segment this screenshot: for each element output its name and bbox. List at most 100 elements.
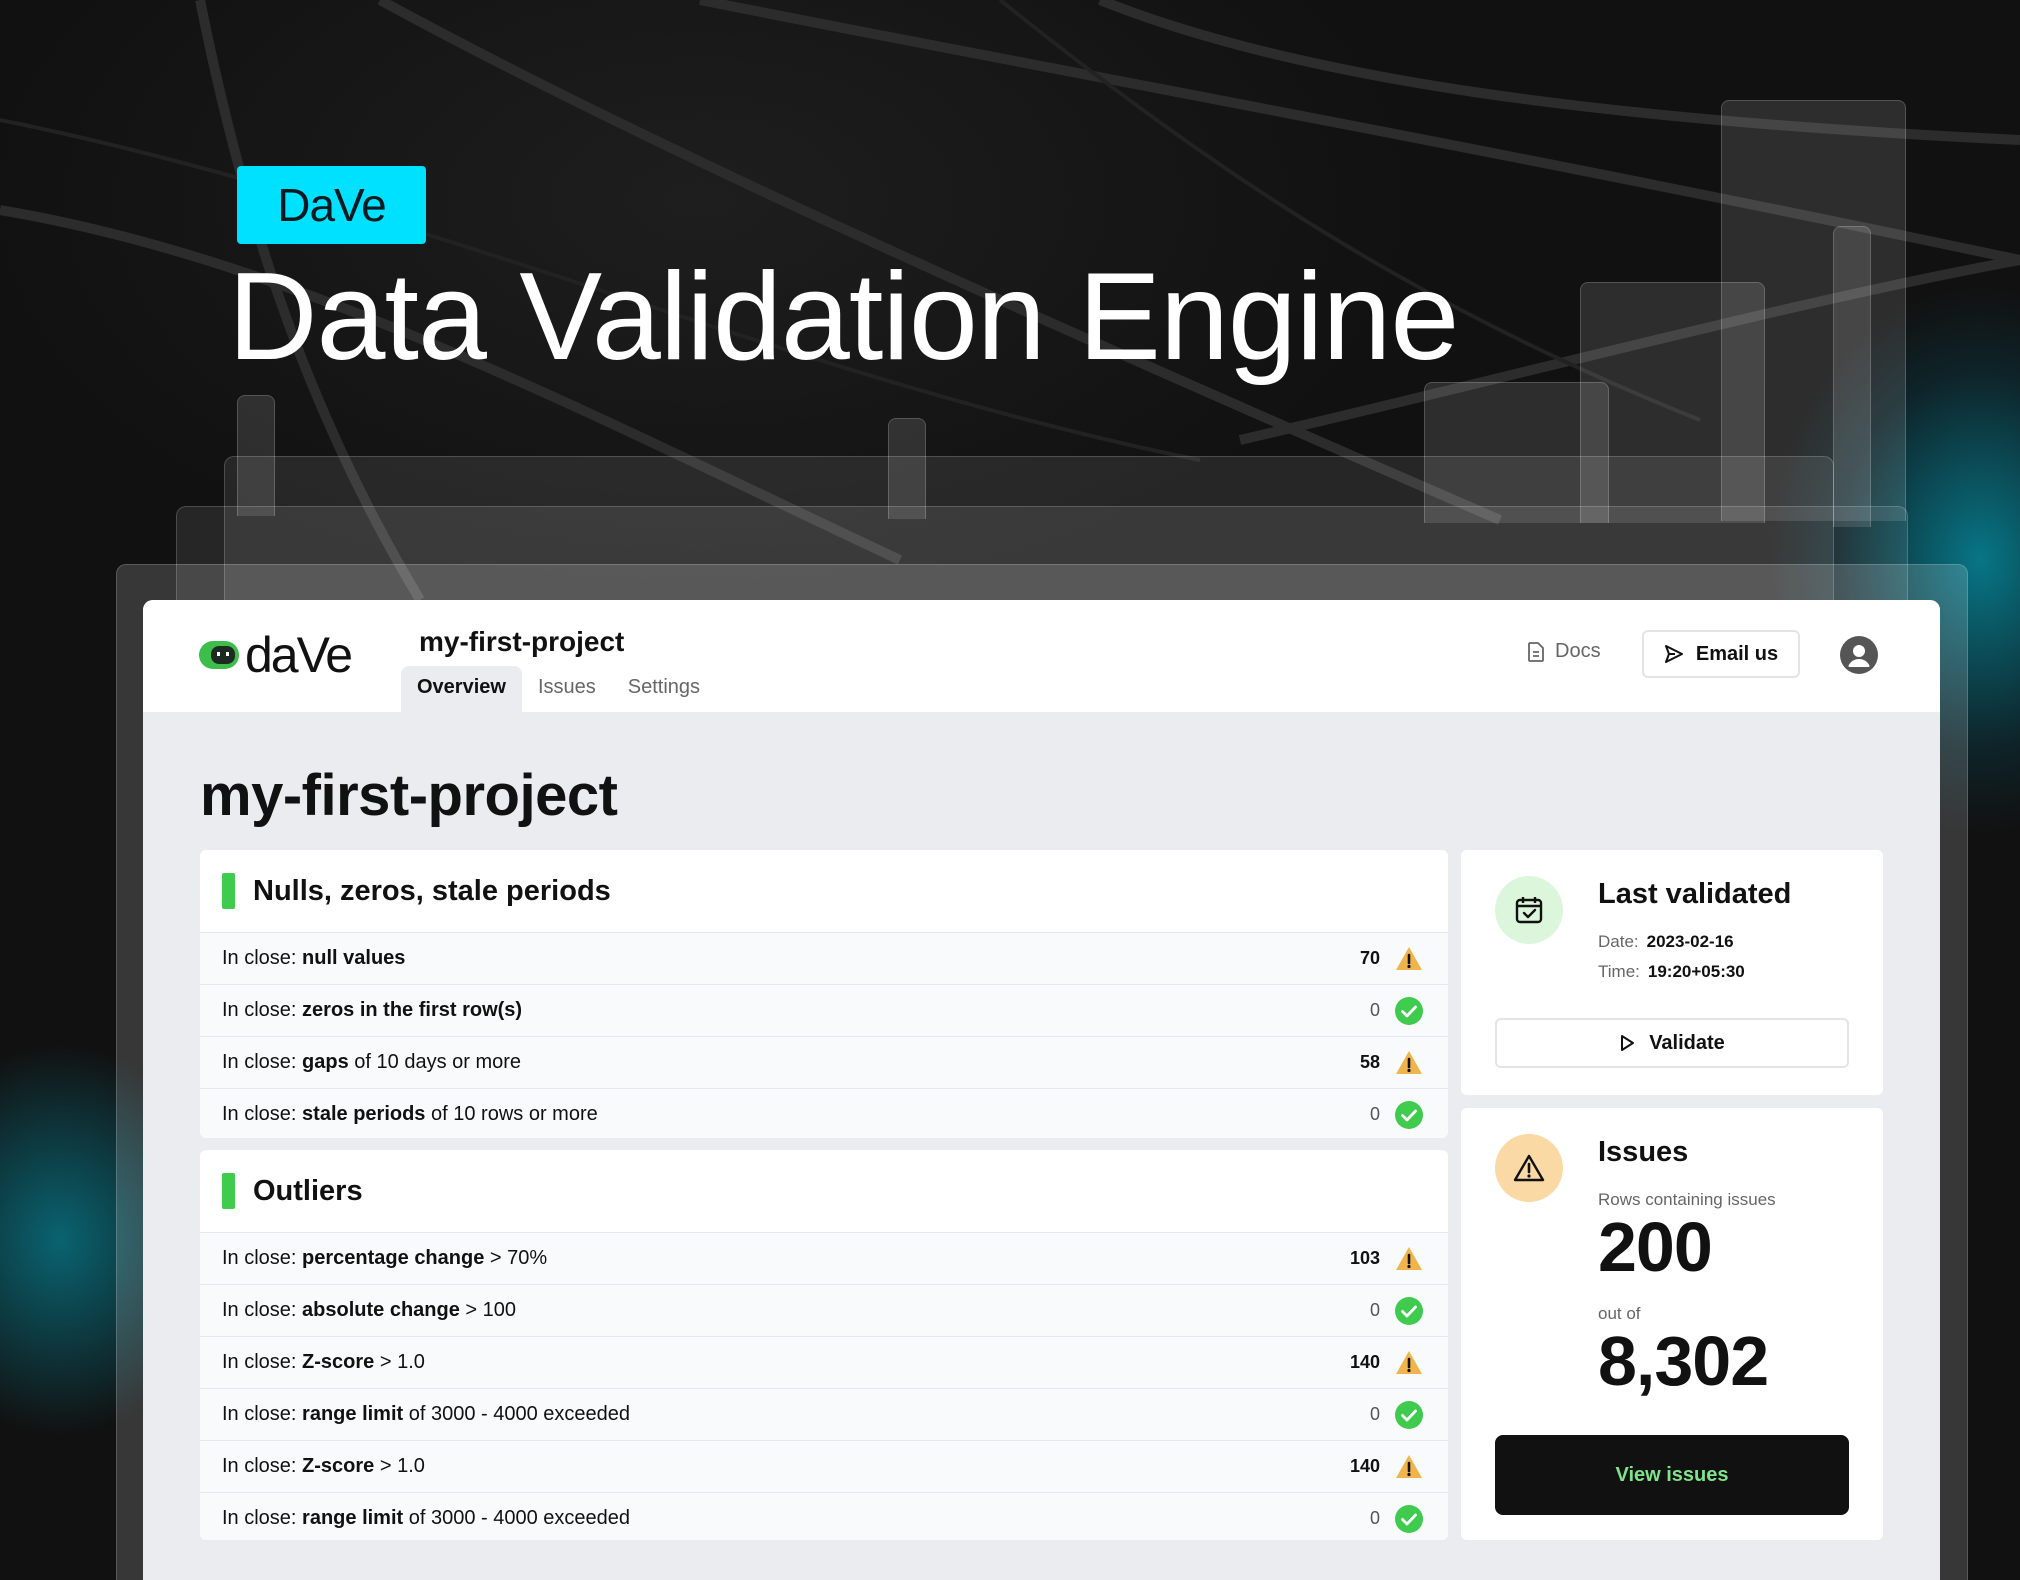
check-circle-icon bbox=[1395, 1100, 1423, 1129]
check-prefix: In close: bbox=[222, 1455, 303, 1477]
total-rows-count: 8,302 bbox=[1598, 1322, 1769, 1400]
check-metric: percentage change bbox=[302, 1247, 485, 1269]
send-icon bbox=[1664, 645, 1683, 663]
calendar-badge bbox=[1495, 876, 1563, 944]
check-label: In close: null values bbox=[222, 947, 1360, 970]
check-metric: Z-score bbox=[302, 1455, 375, 1477]
validated-date: Date: 2023-02-16 bbox=[1598, 932, 1734, 952]
check-count: 58 bbox=[1359, 1052, 1380, 1072]
check-condition: of 10 rows or more bbox=[425, 1103, 598, 1125]
check-condition: > 70% bbox=[484, 1247, 548, 1269]
document-icon bbox=[1528, 641, 1544, 662]
check-condition: of 3000 - 4000 exceeded bbox=[403, 1403, 631, 1425]
alert-triangle-icon bbox=[1513, 1154, 1545, 1182]
status-indicator bbox=[222, 873, 235, 909]
date-value: 2023-02-16 bbox=[1646, 932, 1734, 951]
user-avatar-icon[interactable] bbox=[1840, 636, 1878, 674]
app-logo[interactable]: daVe bbox=[199, 630, 353, 680]
tab-overview[interactable]: Overview bbox=[401, 666, 522, 712]
top-bar: daVe my-first-project Overview Issues Se… bbox=[143, 600, 1940, 712]
check-circle-icon bbox=[1395, 1296, 1423, 1325]
last-validated-card: Last validated Date: 2023-02-16 Time: 19:2… bbox=[1461, 850, 1883, 1095]
robot-logo-icon bbox=[199, 641, 239, 669]
check-condition: of 3000 - 4000 exceeded bbox=[403, 1507, 631, 1529]
view-issues-button[interactable]: View issues bbox=[1495, 1435, 1849, 1515]
check-prefix: In close: bbox=[222, 1507, 303, 1529]
check-label: In close: range limit of 3000 - 4000 exc… bbox=[222, 1507, 1370, 1530]
warning-icon bbox=[1396, 946, 1422, 970]
nav-tabs: Overview Issues Settings bbox=[401, 666, 716, 712]
section-header: Nulls, zeros, stale periods bbox=[200, 850, 1448, 933]
warning-icon bbox=[1396, 1350, 1422, 1374]
check-row[interactable]: In close: range limit of 3000 - 4000 exc… bbox=[200, 1389, 1448, 1441]
rows-with-issues-count: 200 bbox=[1598, 1208, 1713, 1286]
bg-bar bbox=[1833, 226, 1871, 527]
warning-icon bbox=[1396, 1050, 1422, 1074]
check-count: 0 bbox=[1369, 1000, 1380, 1020]
check-row[interactable]: In close: zeros in the first row(s) 0 bbox=[200, 985, 1448, 1037]
out-of-label: out of bbox=[1598, 1304, 1641, 1323]
check-count: 70 bbox=[1359, 948, 1380, 968]
check-label: In close: zeros in the first row(s) bbox=[222, 999, 1370, 1022]
check-count: 0 bbox=[1369, 1508, 1380, 1528]
email-us-label: Email us bbox=[1695, 642, 1779, 665]
check-row[interactable]: In close: range limit of 3000 - 4000 exc… bbox=[200, 1493, 1448, 1540]
app-window: daVe my-first-project Overview Issues Se… bbox=[143, 600, 1940, 1580]
check-label: In close: stale periods of 10 rows or mo… bbox=[222, 1103, 1370, 1126]
warning-icon bbox=[1396, 1454, 1422, 1478]
check-label: In close: absolute change > 100 bbox=[222, 1299, 1370, 1322]
product-tag: DaVe bbox=[237, 166, 426, 244]
calendar-check-icon bbox=[1515, 897, 1543, 924]
issues-card: Issues Rows containing issues 200 out of… bbox=[1461, 1108, 1883, 1540]
check-label: In close: percentage change > 70% bbox=[222, 1247, 1350, 1270]
section-header: Outliers bbox=[200, 1150, 1448, 1233]
check-row[interactable]: In close: gaps of 10 days or more 58 bbox=[200, 1037, 1448, 1089]
warning-icon bbox=[1396, 1246, 1422, 1270]
docs-label: Docs bbox=[1555, 640, 1601, 662]
check-row[interactable]: In close: Z-score > 1.0 140 bbox=[200, 1441, 1448, 1493]
hero-title: Data Validation Engine bbox=[228, 248, 1459, 386]
check-count: 0 bbox=[1369, 1404, 1380, 1424]
play-icon bbox=[1621, 1035, 1635, 1051]
check-count: 0 bbox=[1369, 1104, 1380, 1124]
check-prefix: In close: bbox=[222, 1351, 303, 1373]
check-row[interactable]: In close: percentage change > 70% 103 bbox=[200, 1233, 1448, 1285]
check-row[interactable]: In close: Z-score > 1.0 140 bbox=[200, 1337, 1448, 1389]
check-row[interactable]: In close: stale periods of 10 rows or mo… bbox=[200, 1089, 1448, 1138]
check-prefix: In close: bbox=[222, 1247, 303, 1269]
section-title: Nulls, zeros, stale periods bbox=[253, 874, 611, 907]
check-metric: range limit bbox=[302, 1403, 404, 1425]
tab-issues[interactable]: Issues bbox=[522, 666, 612, 712]
validated-time: Time: 19:20+05:30 bbox=[1598, 962, 1745, 982]
check-label: In close: gaps of 10 days or more bbox=[222, 1051, 1360, 1074]
check-prefix: In close: bbox=[222, 1103, 303, 1125]
rows-label: Rows containing issues bbox=[1598, 1190, 1776, 1209]
check-metric: range limit bbox=[302, 1507, 404, 1529]
issues-badge bbox=[1495, 1134, 1563, 1202]
section-card-outliers: Outliers In close: percentage change > 7… bbox=[200, 1150, 1448, 1540]
check-label: In close: range limit of 3000 - 4000 exc… bbox=[222, 1403, 1370, 1426]
check-label: In close: Z-score > 1.0 bbox=[222, 1351, 1350, 1374]
email-us-button[interactable]: Email us bbox=[1642, 630, 1800, 678]
page-title: my-first-project bbox=[200, 763, 618, 828]
check-metric: Z-score bbox=[302, 1351, 375, 1373]
docs-link[interactable]: Docs bbox=[1527, 640, 1601, 663]
check-list: In close: percentage change > 70% 103 In c… bbox=[200, 1233, 1448, 1540]
last-validated-title: Last validated bbox=[1598, 878, 1792, 910]
check-prefix: In close: bbox=[222, 1299, 303, 1321]
check-condition: > 1.0 bbox=[374, 1351, 425, 1373]
check-prefix: In close: bbox=[222, 1403, 303, 1425]
check-row[interactable]: In close: null values 70 bbox=[200, 933, 1448, 985]
check-circle-icon bbox=[1395, 996, 1423, 1025]
validate-button[interactable]: Validate bbox=[1495, 1018, 1849, 1068]
tab-settings[interactable]: Settings bbox=[612, 666, 716, 712]
check-count: 140 bbox=[1349, 1456, 1380, 1476]
check-metric: null values bbox=[302, 947, 406, 969]
time-label: Time: bbox=[1598, 962, 1640, 981]
check-circle-icon bbox=[1395, 1504, 1423, 1533]
check-metric: absolute change bbox=[302, 1299, 460, 1321]
status-indicator bbox=[222, 1173, 235, 1209]
project-name: my-first-project bbox=[419, 626, 625, 657]
check-row[interactable]: In close: absolute change > 100 0 bbox=[200, 1285, 1448, 1337]
check-count: 103 bbox=[1349, 1248, 1380, 1268]
